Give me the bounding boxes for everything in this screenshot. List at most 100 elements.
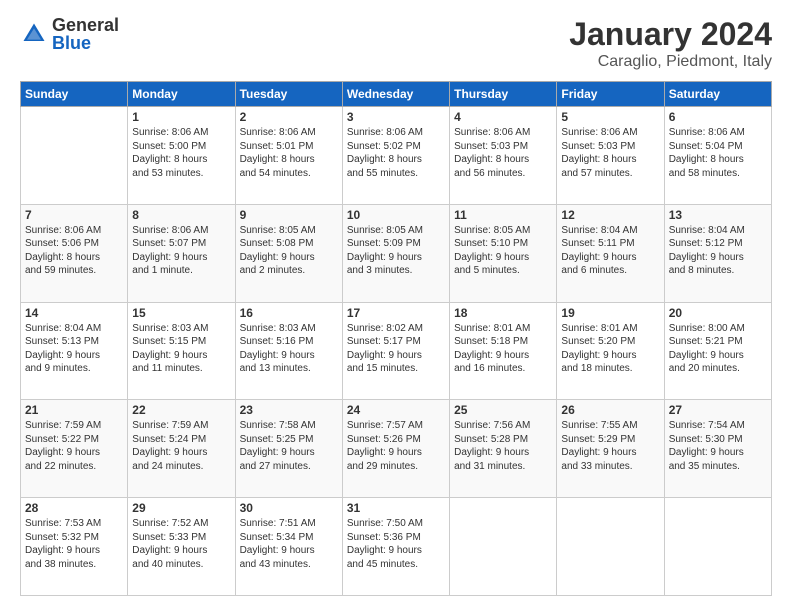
logo: General Blue bbox=[20, 16, 119, 52]
day-info: Sunrise: 8:05 AM Sunset: 5:08 PM Dayligh… bbox=[240, 224, 338, 278]
day-header-row: SundayMondayTuesdayWednesdayThursdayFrid… bbox=[21, 82, 772, 107]
day-number: 5 bbox=[561, 110, 659, 124]
week-row-2: 7 Sunrise: 8:06 AM Sunset: 5:06 PM Daylig… bbox=[21, 204, 772, 302]
calendar-cell: 21 Sunrise: 7:59 AM Sunset: 5:22 PM Dayli… bbox=[21, 400, 128, 498]
day-header-wednesday: Wednesday bbox=[342, 82, 449, 107]
day-info: Sunrise: 7:53 AM Sunset: 5:32 PM Dayligh… bbox=[25, 517, 123, 571]
day-info: Sunrise: 8:06 AM Sunset: 5:02 PM Dayligh… bbox=[347, 126, 445, 180]
day-number: 19 bbox=[561, 306, 659, 320]
calendar-cell: 6Sunrise: 8:06 AM Sunset: 5:04 PM Daylig… bbox=[664, 107, 771, 205]
calendar-cell: 7 Sunrise: 8:06 AM Sunset: 5:06 PM Daylig… bbox=[21, 204, 128, 302]
calendar-header: SundayMondayTuesdayWednesdayThursdayFrid… bbox=[21, 82, 772, 107]
day-number: 9 bbox=[240, 208, 338, 222]
day-number: 20 bbox=[669, 306, 767, 320]
day-number: 30 bbox=[240, 501, 338, 515]
month-title: January 2024 bbox=[569, 16, 772, 53]
location-text: Caraglio, Piedmont, Italy bbox=[569, 53, 772, 71]
day-number: 31 bbox=[347, 501, 445, 515]
calendar-body: 1 Sunrise: 8:06 AM Sunset: 5:00 PM Daylig… bbox=[21, 107, 772, 596]
calendar-cell: 15 Sunrise: 8:03 AM Sunset: 5:15 PM Dayli… bbox=[128, 302, 235, 400]
day-number: 26 bbox=[561, 403, 659, 417]
calendar-cell: 11 Sunrise: 8:05 AM Sunset: 5:10 PM Dayli… bbox=[450, 204, 557, 302]
day-info: Sunrise: 8:03 AM Sunset: 5:15 PM Dayligh… bbox=[132, 322, 230, 376]
calendar-cell: 26 Sunrise: 7:55 AM Sunset: 5:29 PM Dayli… bbox=[557, 400, 664, 498]
day-number: 2 bbox=[240, 110, 338, 124]
calendar-cell: 17Sunrise: 8:02 AM Sunset: 5:17 PM Dayli… bbox=[342, 302, 449, 400]
calendar-cell bbox=[21, 107, 128, 205]
day-info: Sunrise: 8:04 AM Sunset: 5:11 PM Dayligh… bbox=[561, 224, 659, 278]
day-header-saturday: Saturday bbox=[664, 82, 771, 107]
calendar-cell: 27Sunrise: 7:54 AM Sunset: 5:30 PM Dayli… bbox=[664, 400, 771, 498]
calendar-cell: 2 Sunrise: 8:06 AM Sunset: 5:01 PM Daylig… bbox=[235, 107, 342, 205]
day-number: 8 bbox=[132, 208, 230, 222]
day-number: 15 bbox=[132, 306, 230, 320]
day-info: Sunrise: 8:06 AM Sunset: 5:07 PM Dayligh… bbox=[132, 224, 230, 278]
calendar-cell: 18 Sunrise: 8:01 AM Sunset: 5:18 PM Dayli… bbox=[450, 302, 557, 400]
day-info: Sunrise: 8:04 AM Sunset: 5:12 PM Dayligh… bbox=[669, 224, 767, 278]
week-row-4: 21 Sunrise: 7:59 AM Sunset: 5:22 PM Dayli… bbox=[21, 400, 772, 498]
day-info: Sunrise: 8:06 AM Sunset: 5:03 PM Dayligh… bbox=[561, 126, 659, 180]
calendar-table: SundayMondayTuesdayWednesdayThursdayFrid… bbox=[20, 81, 772, 596]
day-info: Sunrise: 7:59 AM Sunset: 5:24 PM Dayligh… bbox=[132, 419, 230, 473]
calendar-cell: 20Sunrise: 8:00 AM Sunset: 5:21 PM Dayli… bbox=[664, 302, 771, 400]
day-number: 29 bbox=[132, 501, 230, 515]
day-number: 28 bbox=[25, 501, 123, 515]
calendar-cell: 3Sunrise: 8:06 AM Sunset: 5:02 PM Daylig… bbox=[342, 107, 449, 205]
calendar-cell bbox=[557, 498, 664, 596]
calendar-cell: 23 Sunrise: 7:58 AM Sunset: 5:25 PM Dayli… bbox=[235, 400, 342, 498]
day-info: Sunrise: 7:52 AM Sunset: 5:33 PM Dayligh… bbox=[132, 517, 230, 571]
calendar-cell: 29 Sunrise: 7:52 AM Sunset: 5:33 PM Dayli… bbox=[128, 498, 235, 596]
day-number: 10 bbox=[347, 208, 445, 222]
day-header-friday: Friday bbox=[557, 82, 664, 107]
logo-general-text: General bbox=[52, 16, 119, 34]
calendar-cell: 25Sunrise: 7:56 AM Sunset: 5:28 PM Dayli… bbox=[450, 400, 557, 498]
day-info: Sunrise: 8:05 AM Sunset: 5:09 PM Dayligh… bbox=[347, 224, 445, 278]
calendar-cell: 28 Sunrise: 7:53 AM Sunset: 5:32 PM Dayli… bbox=[21, 498, 128, 596]
day-number: 18 bbox=[454, 306, 552, 320]
day-number: 17 bbox=[347, 306, 445, 320]
day-number: 4 bbox=[454, 110, 552, 124]
day-number: 11 bbox=[454, 208, 552, 222]
day-info: Sunrise: 8:06 AM Sunset: 5:01 PM Dayligh… bbox=[240, 126, 338, 180]
day-info: Sunrise: 8:04 AM Sunset: 5:13 PM Dayligh… bbox=[25, 322, 123, 376]
calendar-cell: 24Sunrise: 7:57 AM Sunset: 5:26 PM Dayli… bbox=[342, 400, 449, 498]
calendar-cell: 19 Sunrise: 8:01 AM Sunset: 5:20 PM Dayli… bbox=[557, 302, 664, 400]
day-info: Sunrise: 7:51 AM Sunset: 5:34 PM Dayligh… bbox=[240, 517, 338, 571]
day-number: 16 bbox=[240, 306, 338, 320]
calendar-cell bbox=[664, 498, 771, 596]
calendar-cell: 14Sunrise: 8:04 AM Sunset: 5:13 PM Dayli… bbox=[21, 302, 128, 400]
day-info: Sunrise: 7:59 AM Sunset: 5:22 PM Dayligh… bbox=[25, 419, 123, 473]
day-header-sunday: Sunday bbox=[21, 82, 128, 107]
calendar-cell: 13Sunrise: 8:04 AM Sunset: 5:12 PM Dayli… bbox=[664, 204, 771, 302]
day-info: Sunrise: 7:56 AM Sunset: 5:28 PM Dayligh… bbox=[454, 419, 552, 473]
day-header-monday: Monday bbox=[128, 82, 235, 107]
logo-blue-text: Blue bbox=[52, 34, 119, 52]
calendar-cell: 30 Sunrise: 7:51 AM Sunset: 5:34 PM Dayli… bbox=[235, 498, 342, 596]
day-number: 24 bbox=[347, 403, 445, 417]
calendar-cell: 16 Sunrise: 8:03 AM Sunset: 5:16 PM Dayli… bbox=[235, 302, 342, 400]
day-info: Sunrise: 8:06 AM Sunset: 5:06 PM Dayligh… bbox=[25, 224, 123, 278]
calendar-cell: 9 Sunrise: 8:05 AM Sunset: 5:08 PM Daylig… bbox=[235, 204, 342, 302]
day-info: Sunrise: 8:05 AM Sunset: 5:10 PM Dayligh… bbox=[454, 224, 552, 278]
day-number: 22 bbox=[132, 403, 230, 417]
day-info: Sunrise: 8:01 AM Sunset: 5:18 PM Dayligh… bbox=[454, 322, 552, 376]
day-info: Sunrise: 8:01 AM Sunset: 5:20 PM Dayligh… bbox=[561, 322, 659, 376]
calendar-cell: 4Sunrise: 8:06 AM Sunset: 5:03 PM Daylig… bbox=[450, 107, 557, 205]
week-row-5: 28 Sunrise: 7:53 AM Sunset: 5:32 PM Dayli… bbox=[21, 498, 772, 596]
calendar-cell bbox=[450, 498, 557, 596]
day-info: Sunrise: 7:55 AM Sunset: 5:29 PM Dayligh… bbox=[561, 419, 659, 473]
day-info: Sunrise: 7:58 AM Sunset: 5:25 PM Dayligh… bbox=[240, 419, 338, 473]
day-number: 23 bbox=[240, 403, 338, 417]
day-number: 7 bbox=[25, 208, 123, 222]
day-info: Sunrise: 7:54 AM Sunset: 5:30 PM Dayligh… bbox=[669, 419, 767, 473]
day-info: Sunrise: 8:03 AM Sunset: 5:16 PM Dayligh… bbox=[240, 322, 338, 376]
calendar-cell: 8 Sunrise: 8:06 AM Sunset: 5:07 PM Daylig… bbox=[128, 204, 235, 302]
calendar-cell: 10 Sunrise: 8:05 AM Sunset: 5:09 PM Dayli… bbox=[342, 204, 449, 302]
day-number: 21 bbox=[25, 403, 123, 417]
title-block: January 2024 Caraglio, Piedmont, Italy bbox=[569, 16, 772, 71]
day-info: Sunrise: 8:06 AM Sunset: 5:00 PM Dayligh… bbox=[132, 126, 230, 180]
day-info: Sunrise: 8:06 AM Sunset: 5:04 PM Dayligh… bbox=[669, 126, 767, 180]
day-header-tuesday: Tuesday bbox=[235, 82, 342, 107]
day-number: 1 bbox=[132, 110, 230, 124]
day-header-thursday: Thursday bbox=[450, 82, 557, 107]
